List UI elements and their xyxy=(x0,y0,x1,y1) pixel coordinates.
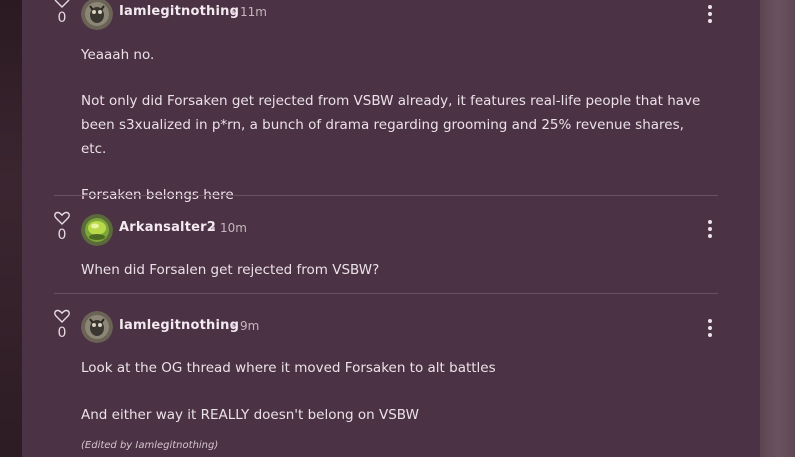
avatar[interactable] xyxy=(81,0,113,30)
like-control[interactable]: 0 xyxy=(54,0,70,26)
avatar[interactable] xyxy=(81,214,113,246)
edited-note: (Edited by Iamlegitnothing) xyxy=(81,440,219,451)
vertical-ellipsis-icon[interactable] xyxy=(706,318,714,338)
comment-paragraph: Yeaaah no. xyxy=(81,47,155,63)
avatar-image xyxy=(81,311,113,343)
comment-2: 0 Arkansalter2 • 10m When did Forsalen g… xyxy=(54,210,718,294)
like-count: 0 xyxy=(57,325,67,341)
like-count: 0 xyxy=(57,10,67,26)
like-control[interactable]: 0 xyxy=(54,211,70,243)
username[interactable]: Iamlegitnothing xyxy=(119,4,239,19)
like-control[interactable]: 0 xyxy=(54,309,70,341)
username[interactable]: Arkansalter2 xyxy=(119,220,216,235)
heart-outline-icon[interactable] xyxy=(54,309,70,323)
comment-1: 0 Iamlegitnothing • 11m Yeaaah no. Not o… xyxy=(54,0,718,203)
avatar-image xyxy=(81,214,113,246)
separator-dot: • xyxy=(210,222,217,235)
like-count: 0 xyxy=(57,227,67,243)
avatar-image xyxy=(81,0,113,30)
comment-divider xyxy=(54,293,718,294)
heart-outline-icon[interactable] xyxy=(54,0,70,8)
background-left xyxy=(0,0,22,457)
comment-paragraph: Look at the OG thread where it moved For… xyxy=(81,360,496,376)
timestamp: 11m xyxy=(240,5,267,19)
background-right xyxy=(760,0,795,457)
heart-outline-icon[interactable] xyxy=(54,211,70,225)
timestamp: 10m xyxy=(220,221,247,235)
comment-3: 0 Iamlegitnothing • 9m Look at the OG th… xyxy=(54,308,718,457)
comment-paragraph: And either way it REALLY doesn't belong … xyxy=(81,407,419,423)
comment-paragraph: When did Forsalen get rejected from VSBW… xyxy=(81,262,380,278)
avatar[interactable] xyxy=(81,311,113,343)
comment-body: Look at the OG thread where it moved For… xyxy=(81,356,711,427)
separator-dot: • xyxy=(230,6,237,19)
username[interactable]: Iamlegitnothing xyxy=(119,318,239,333)
comment-body: Yeaaah no. Not only did Forsaken get rej… xyxy=(81,43,711,207)
timestamp: 9m xyxy=(240,319,260,333)
vertical-ellipsis-icon[interactable] xyxy=(706,4,714,24)
comment-body: When did Forsalen get rejected from VSBW… xyxy=(81,258,711,282)
separator-dot: • xyxy=(230,320,237,333)
comment-divider xyxy=(54,195,718,196)
vertical-ellipsis-icon[interactable] xyxy=(706,219,714,239)
comment-paragraph: Not only did Forsaken get rejected from … xyxy=(81,93,701,157)
